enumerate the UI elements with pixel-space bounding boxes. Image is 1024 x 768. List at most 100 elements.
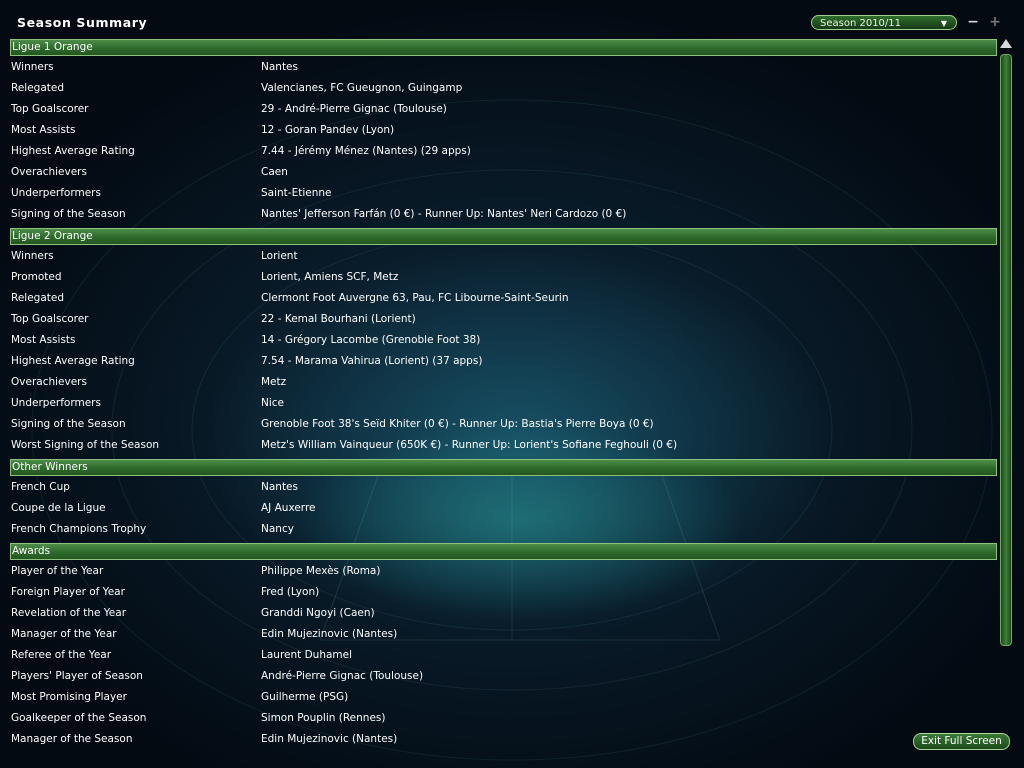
row-label: Worst Signing of the Season: [11, 439, 160, 451]
row-value: AJ Auxerre: [261, 502, 316, 514]
row-value: Granddi Ngoyi (Caen): [261, 607, 375, 619]
row-value: Edin Mujezinovic (Nantes): [261, 733, 398, 745]
list-item: Referee of the Year Laurent Duhamel: [10, 648, 997, 669]
row-value: Nantes' Jefferson Farfán (0 €) - Runner …: [261, 208, 627, 220]
scroll-up-arrow-icon[interactable]: [1000, 39, 1012, 48]
row-label: Winners: [11, 61, 54, 73]
list-item: French Cup Nantes: [10, 480, 997, 501]
scrollbar-thumb[interactable]: [1000, 54, 1012, 646]
row-value: Lorient, Amiens SCF, Metz: [261, 271, 399, 283]
row-label: Signing of the Season: [11, 418, 126, 430]
row-value: 14 - Grégory Lacombe (Grenoble Foot 38): [261, 334, 481, 346]
list-item: Players' Player of Season André-Pierre Gi…: [10, 669, 997, 690]
maximize-button[interactable]: +: [988, 14, 1002, 30]
list-item: Promoted Lorient, Amiens SCF, Metz: [10, 270, 997, 291]
section-header-other-winners: Other Winners: [10, 459, 997, 476]
row-value: 22 - Kemal Bourhani (Lorient): [261, 313, 416, 325]
list-item: Top Goalscorer 22 - Kemal Bourhani (Lorie…: [10, 312, 997, 333]
section-header-awards: Awards: [10, 543, 997, 560]
row-value: 29 - André-Pierre Gignac (Toulouse): [261, 103, 447, 115]
list-item: Most Assists 12 - Goran Pandev (Lyon): [10, 123, 997, 144]
row-value: Clermont Foot Auvergne 63, Pau, FC Libou…: [261, 292, 569, 304]
row-label: Underperformers: [11, 187, 101, 199]
list-item: Overachievers Caen: [10, 165, 997, 186]
list-item: Revelation of the Year Granddi Ngoyi (Cae…: [10, 606, 997, 627]
list-item: Highest Average Rating 7.54 - Marama Vahi…: [10, 354, 997, 375]
page-title: Season Summary: [17, 15, 148, 30]
row-label: Players' Player of Season: [11, 670, 143, 682]
row-value: Nancy: [261, 523, 294, 535]
row-value: Nantes: [261, 481, 298, 493]
row-label: Highest Average Rating: [11, 355, 135, 367]
row-value: Metz: [261, 376, 287, 388]
list-item: Winners Lorient: [10, 249, 997, 270]
row-value: Fred (Lyon): [261, 586, 320, 598]
list-item: Signing of the Season Grenoble Foot 38's …: [10, 417, 997, 438]
row-label: Most Promising Player: [11, 691, 127, 703]
row-value: 12 - Goran Pandev (Lyon): [261, 124, 395, 136]
section-header-ligue1: Ligue 1 Orange: [10, 39, 997, 56]
row-value: André-Pierre Gignac (Toulouse): [261, 670, 424, 682]
row-value: Valencianes, FC Gueugnon, Guingamp: [261, 82, 463, 94]
row-label: Coupe de la Ligue: [11, 502, 106, 514]
row-value: Philippe Mexès (Roma): [261, 565, 381, 577]
row-label: Revelation of the Year: [11, 607, 127, 619]
list-item: Relegated Valencianes, FC Gueugnon, Guing…: [10, 81, 997, 102]
row-value: Laurent Duhamel: [261, 649, 353, 661]
list-item: Winners Nantes: [10, 60, 997, 81]
list-item: Overachievers Metz: [10, 375, 997, 396]
list-item: Manager of the Year Edin Mujezinovic (Nan…: [10, 627, 997, 648]
list-item: Coupe de la Ligue AJ Auxerre: [10, 501, 997, 522]
section-header-ligue2: Ligue 2 Orange: [10, 228, 997, 245]
list-item: Underperformers Saint-Etienne: [10, 186, 997, 207]
row-value: Nantes: [261, 61, 298, 73]
list-item: Signing of the Season Nantes' Jefferson F…: [10, 207, 997, 228]
list-item: Goalkeeper of the Season Simon Pouplin (R…: [10, 711, 997, 732]
row-value: Guilherme (PSG): [261, 691, 349, 703]
list-item: Underperformers Nice: [10, 396, 997, 417]
summary-content: Ligue 1 Orange Winners Nantes Relegated Va…: [10, 39, 997, 753]
row-label: Overachievers: [11, 376, 87, 388]
row-label: Most Assists: [11, 334, 76, 346]
row-value: Simon Pouplin (Rennes): [261, 712, 386, 724]
row-label: Promoted: [11, 271, 62, 283]
row-value: Lorient: [261, 250, 298, 262]
row-label: Highest Average Rating: [11, 145, 135, 157]
list-item: Manager of the Season Edin Mujezinovic (N…: [10, 732, 997, 753]
row-label: French Champions Trophy: [11, 523, 147, 535]
row-label: Most Assists: [11, 124, 76, 136]
minimize-button[interactable]: −: [966, 14, 980, 30]
row-label: Referee of the Year: [11, 649, 112, 661]
row-label: Relegated: [11, 292, 65, 304]
list-item: Most Assists 14 - Grégory Lacombe (Grenob…: [10, 333, 997, 354]
row-label: Top Goalscorer: [11, 103, 89, 115]
season-dropdown[interactable]: Season 2010/11 ▼: [811, 15, 957, 30]
row-label: Relegated: [11, 82, 65, 94]
row-label: Overachievers: [11, 166, 87, 178]
row-value: Metz's William Vainqueur (650K €) - Runn…: [261, 439, 678, 451]
chevron-down-icon: ▼: [940, 19, 947, 28]
vertical-scrollbar[interactable]: [998, 39, 1014, 648]
row-value: Caen: [261, 166, 288, 178]
row-label: Underperformers: [11, 397, 101, 409]
exit-full-screen-button[interactable]: Exit Full Screen: [913, 733, 1010, 750]
row-label: Foreign Player of Year: [11, 586, 125, 598]
row-label: Manager of the Year: [11, 628, 117, 640]
list-item: Relegated Clermont Foot Auvergne 63, Pau,…: [10, 291, 997, 312]
row-value: 7.54 - Marama Vahirua (Lorient) (37 apps…: [261, 355, 483, 367]
list-item: French Champions Trophy Nancy: [10, 522, 997, 543]
list-item: Foreign Player of Year Fred (Lyon): [10, 585, 997, 606]
season-dropdown-value: Season 2010/11: [820, 18, 902, 29]
row-value: 7.44 - Jérémy Ménez (Nantes) (29 apps): [261, 145, 471, 157]
row-label: Winners: [11, 250, 54, 262]
row-value: Saint-Etienne: [261, 187, 332, 199]
list-item: Worst Signing of the Season Metz's Willia…: [10, 438, 997, 459]
row-label: Signing of the Season: [11, 208, 126, 220]
list-item: Top Goalscorer 29 - André-Pierre Gignac (…: [10, 102, 997, 123]
row-label: Goalkeeper of the Season: [11, 712, 147, 724]
row-label: Manager of the Season: [11, 733, 133, 745]
row-value: Nice: [261, 397, 285, 409]
row-label: French Cup: [11, 481, 70, 493]
row-label: Player of the Year: [11, 565, 104, 577]
list-item: Player of the Year Philippe Mexès (Roma): [10, 564, 997, 585]
